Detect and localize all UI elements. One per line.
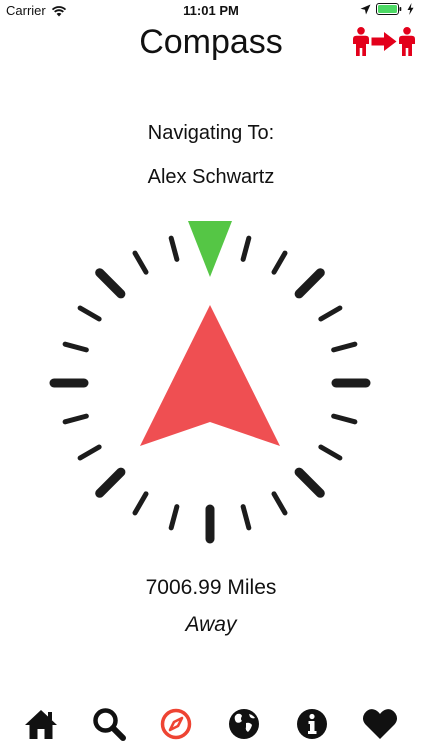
tab-compass[interactable]	[156, 704, 196, 744]
tab-globe[interactable]	[224, 704, 264, 744]
status-right-group	[360, 3, 414, 15]
compass-major-tick	[95, 268, 126, 299]
navigating-to-label: Navigating To:	[147, 122, 275, 144]
direction-pointer	[140, 305, 280, 446]
destination-name: Alex Schwartz	[147, 166, 275, 188]
compass-icon	[160, 708, 192, 740]
compass-minor-tick	[62, 341, 89, 353]
compass-minor-tick	[240, 504, 252, 531]
compass-dial	[49, 221, 371, 544]
battery-level	[378, 5, 397, 13]
distance-suffix: Away	[185, 613, 237, 636]
tab-favorites[interactable]	[360, 704, 400, 744]
location-arrow-icon	[360, 4, 371, 14]
charging-bolt-icon	[407, 3, 414, 15]
compass-minor-tick	[77, 444, 102, 461]
north-marker	[188, 221, 232, 277]
compass-minor-tick	[271, 250, 288, 275]
compass-minor-tick	[318, 444, 343, 461]
share-location-button[interactable]	[352, 26, 416, 56]
tab-search[interactable]	[89, 704, 129, 744]
compass-major-tick	[95, 467, 126, 498]
person-to-person-icon	[353, 27, 415, 56]
search-icon	[93, 708, 126, 741]
compass-minor-tick	[62, 413, 89, 425]
compass-minor-tick	[132, 491, 149, 516]
compass-minor-tick	[318, 305, 343, 322]
compass-minor-tick	[240, 235, 252, 262]
home-icon	[25, 710, 57, 739]
info-icon	[297, 709, 327, 739]
compass-minor-tick	[331, 413, 358, 425]
compass-major-tick	[294, 268, 325, 299]
status-bar: Carrier 11:01 PM	[0, 0, 422, 22]
compass-minor-tick	[331, 341, 358, 353]
heart-icon	[362, 709, 398, 739]
compass-minor-tick	[77, 305, 102, 322]
compass-minor-tick	[132, 250, 149, 275]
status-time: 11:01 PM	[183, 3, 239, 18]
compass-minor-tick	[168, 504, 180, 531]
compass-minor-tick	[168, 235, 180, 262]
compass-major-tick	[294, 467, 325, 498]
distance-value: 7006.99 Miles	[145, 576, 277, 599]
compass-minor-tick	[271, 491, 288, 516]
tab-home[interactable]	[21, 704, 61, 744]
battery-icon	[376, 3, 402, 15]
tab-bar	[0, 700, 422, 750]
globe-icon	[229, 709, 259, 739]
tab-info[interactable]	[292, 704, 332, 744]
